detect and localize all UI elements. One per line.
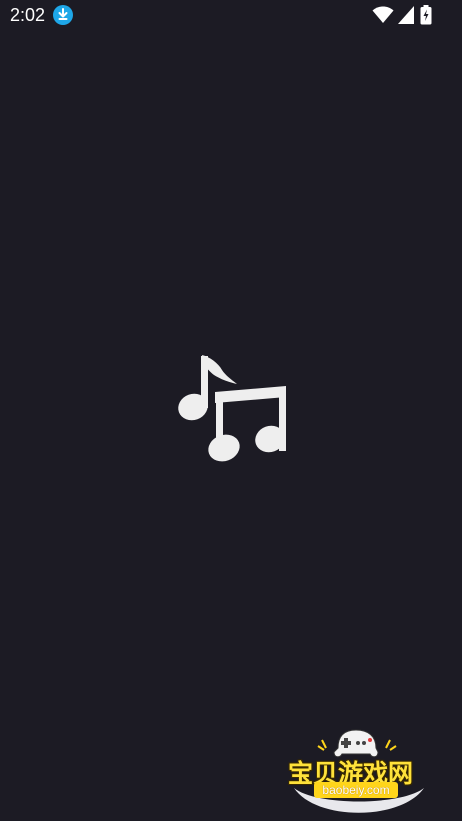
music-notes-icon [174, 353, 290, 469]
watermark-logo: 宝贝游戏网 baobeiy.com [286, 726, 432, 816]
cellular-icon [398, 6, 414, 24]
download-icon [53, 5, 73, 25]
status-time: 2:02 [10, 5, 46, 25]
wifi-icon [372, 6, 394, 23]
status-bar: 2:02 [0, 0, 462, 32]
battery-charging-icon [420, 5, 432, 25]
status-icons [362, 5, 452, 25]
watermark-url: baobeiy.com [314, 782, 398, 798]
